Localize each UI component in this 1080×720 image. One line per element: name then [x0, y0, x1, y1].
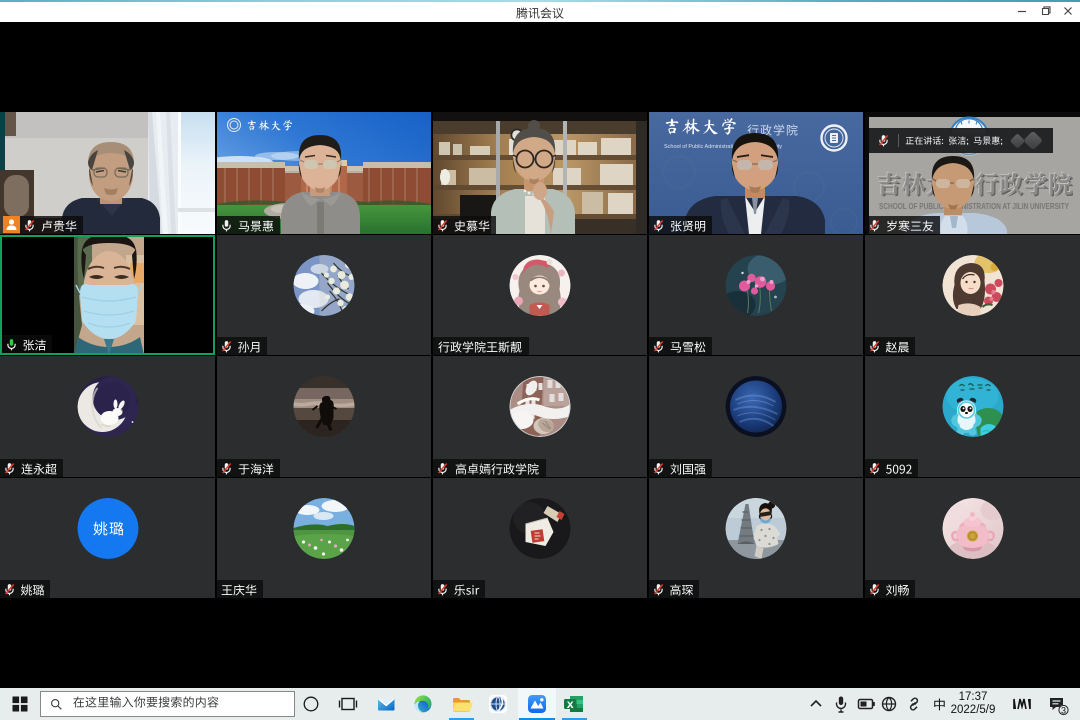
svg-text:3: 3: [1061, 705, 1066, 715]
svg-text:SCHOOL OF PUBLIC ADMINISTRATIO: SCHOOL OF PUBLIC ADMINISTRATION AT JILIN…: [879, 202, 1069, 211]
